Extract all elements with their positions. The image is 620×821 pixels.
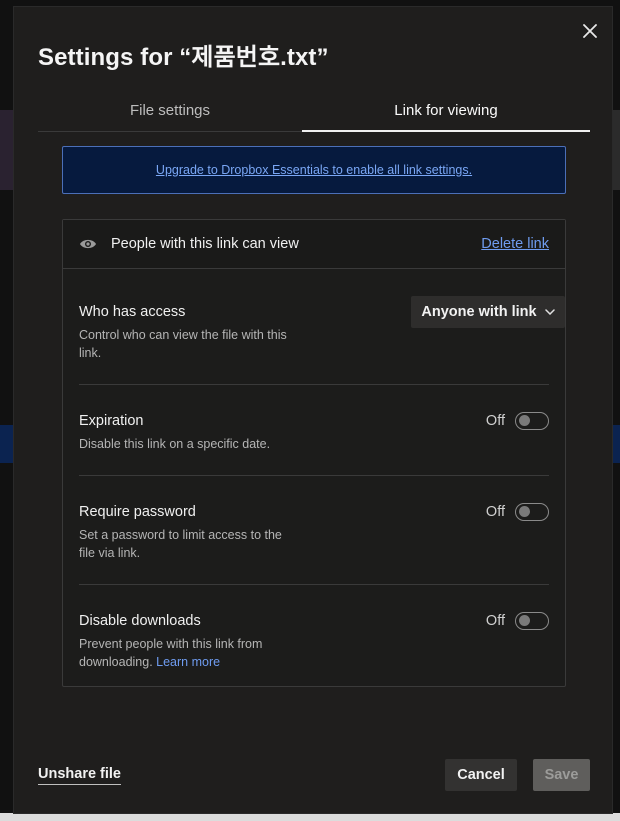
toggle-knob [519, 615, 530, 626]
access-dropdown[interactable]: Anyone with link [411, 296, 565, 328]
background-thumbnail [0, 110, 14, 190]
disable-downloads-title: Disable downloads [79, 613, 201, 629]
background-selected-row-right [612, 425, 620, 463]
close-icon [583, 24, 597, 38]
upgrade-banner: Upgrade to Dropbox Essentials to enable … [62, 146, 566, 194]
background-bottom-bar [0, 813, 620, 821]
divider [79, 475, 549, 476]
toggle-knob [519, 415, 530, 426]
require-password-title: Require password [79, 504, 196, 520]
who-has-access-description: Control who can view the file with this … [79, 328, 287, 360]
access-dropdown-value: Anyone with link [421, 304, 537, 320]
disable-downloads-description: Prevent people with this link from downl… [79, 635, 299, 671]
link-permission-label: People with this link can view [111, 236, 299, 252]
require-password-state: Off [485, 504, 505, 520]
learn-more-link[interactable]: Learn more [156, 655, 220, 669]
who-has-access-title: Who has access [79, 304, 186, 320]
background-selected-row [0, 425, 14, 463]
close-button[interactable] [580, 21, 600, 41]
background-thumbnail-right [612, 110, 620, 190]
disable-downloads-toggle[interactable] [515, 612, 549, 630]
toggle-knob [519, 506, 530, 517]
chevron-down-icon [544, 309, 555, 315]
modal-title: Settings for “제품번호.txt” [38, 44, 329, 71]
cancel-button[interactable]: Cancel [445, 759, 517, 791]
delete-link-button[interactable]: Delete link [481, 236, 549, 252]
link-settings-panel: People with this link can view Delete li… [62, 219, 566, 687]
require-password-toggle[interactable] [515, 503, 549, 521]
expiration-toggle[interactable] [515, 412, 549, 430]
disable-downloads-state: Off [485, 613, 505, 629]
require-password-description: Set a password to limit access to the fi… [79, 528, 282, 560]
panel-header: People with this link can view Delete li… [63, 220, 565, 269]
expiration-description: Disable this link on a specific date. [79, 437, 271, 451]
tab-bar: File settings Link for viewing [38, 91, 590, 132]
upgrade-link[interactable]: Upgrade to Dropbox Essentials to enable … [156, 163, 472, 177]
tab-file-settings[interactable]: File settings [38, 91, 302, 130]
eye-icon [80, 239, 96, 249]
tab-link-for-viewing[interactable]: Link for viewing [302, 91, 590, 132]
divider [79, 584, 549, 585]
divider [79, 384, 549, 385]
save-button[interactable]: Save [533, 759, 590, 791]
share-settings-modal: Settings for “제품번호.txt” File settings Li… [14, 7, 612, 813]
unshare-file-button[interactable]: Unshare file [38, 766, 121, 785]
expiration-state: Off [485, 413, 505, 429]
expiration-title: Expiration [79, 413, 144, 429]
